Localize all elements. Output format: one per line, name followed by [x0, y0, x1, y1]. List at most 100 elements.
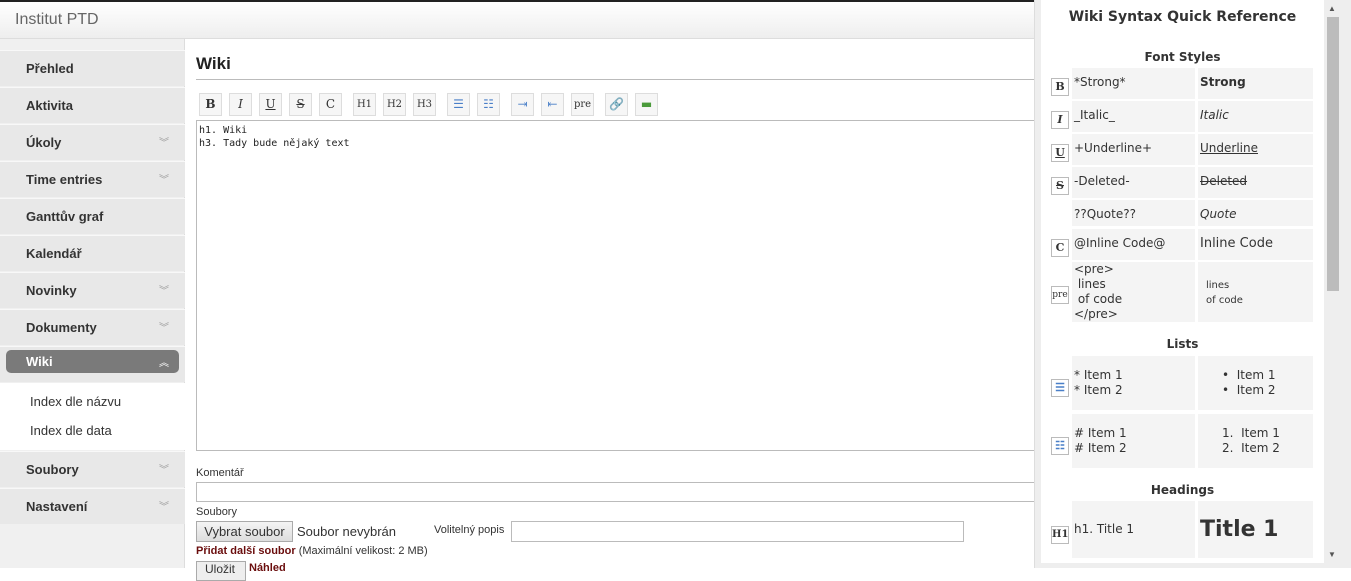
- subnav-index-by-date[interactable]: Index dle data: [30, 423, 112, 438]
- underline-icon[interactable]: U: [259, 93, 282, 116]
- app-title[interactable]: Institut PTD: [15, 11, 99, 29]
- sidebar-item-nastavení[interactable]: Nastavení ︾: [0, 488, 185, 524]
- syntax-source: <pre> lines of code </pre>: [1072, 262, 1195, 322]
- ol-icon[interactable]: ☷: [477, 93, 500, 116]
- chevron-down-icon[interactable]: ︾: [159, 461, 169, 476]
- sidebar-item-dokumenty[interactable]: Dokumenty ︾: [0, 309, 185, 345]
- syntax-output: Title 1: [1198, 501, 1313, 558]
- syntax-source: @Inline Code@: [1072, 229, 1195, 260]
- bullet-list-icon: ☰: [1051, 379, 1069, 397]
- syntax-output: Italic: [1198, 101, 1313, 132]
- comment-input[interactable]: [196, 482, 1046, 502]
- image-icon[interactable]: ▬: [635, 93, 658, 116]
- add-file-link[interactable]: Přidat další soubor: [196, 545, 296, 557]
- list-syntax-row: ☰ * Item 1 * Item 2 • Item 1 • Item 2: [1041, 356, 1324, 410]
- sidebar-item-label: Kalendář: [26, 246, 82, 261]
- chevron-down-icon[interactable]: ︾: [159, 134, 169, 149]
- ul-icon[interactable]: ☰: [447, 93, 470, 116]
- italic-icon[interactable]: I: [229, 93, 252, 116]
- syntax-source: * Item 1 * Item 2: [1072, 356, 1195, 410]
- syntax-output: Inline Code: [1198, 229, 1313, 260]
- divider: [196, 79, 1036, 80]
- sidebar-item-label: Nastavení: [26, 499, 88, 514]
- max-size-text: (Maximální velikost: 2 MB): [298, 545, 428, 557]
- chevron-down-icon[interactable]: ︾: [159, 498, 169, 513]
- syntax-row: pre <pre> lines of code </pre> lines of co…: [1041, 262, 1324, 322]
- chevron-down-icon[interactable]: ︾: [159, 282, 169, 297]
- code-icon[interactable]: C: [319, 93, 342, 116]
- sidebar-item-label: Aktivita: [26, 98, 73, 113]
- section-headings: Headings: [1150, 483, 1215, 497]
- sidebar-item-label: Úkoly: [26, 135, 62, 150]
- h2-icon[interactable]: H2: [383, 93, 406, 116]
- chevron-down-icon[interactable]: ︾: [159, 319, 169, 334]
- sidebar-item-novinky[interactable]: Novinky ︾: [0, 272, 185, 308]
- link-icon[interactable]: 🔗: [605, 93, 628, 116]
- files-label: Soubory: [196, 506, 237, 518]
- description-label: Volitelný popis: [434, 524, 505, 536]
- sidebar-item-label: Soubory: [26, 462, 79, 477]
- syntax-source: -Deleted-: [1072, 167, 1195, 198]
- ordered-list-icon: ☷: [1051, 437, 1069, 455]
- syntax-source: h1. Title 1: [1072, 501, 1195, 558]
- h1-icon[interactable]: H1: [353, 93, 376, 116]
- syntax-output: lines of code: [1198, 262, 1313, 322]
- outdent-icon[interactable]: ⇤: [541, 93, 564, 116]
- strike-icon[interactable]: S: [289, 93, 312, 116]
- h3-icon[interactable]: H3: [413, 93, 436, 116]
- syntax-row: C @Inline Code@ Inline Code: [1041, 229, 1324, 260]
- sidebar-item-soubory[interactable]: Soubory ︾: [0, 451, 185, 487]
- u-style-icon: U: [1051, 143, 1069, 162]
- subnav-index-by-title[interactable]: Index dle názvu: [30, 394, 121, 409]
- syntax-source: _Italic_: [1072, 101, 1195, 132]
- s-style-icon: S: [1051, 176, 1069, 195]
- sidebar-item-label: Ganttův graf: [26, 209, 104, 224]
- syntax-output: 1. Item 1 2. Item 2: [1198, 414, 1313, 468]
- syntax-row: U +Underline+ Underline: [1041, 134, 1324, 165]
- panel-title: Wiki Syntax Quick Reference: [1068, 9, 1297, 25]
- sidebar-item-přehled[interactable]: Přehled: [0, 50, 185, 86]
- sidebar-item-label: Novinky: [26, 283, 77, 298]
- panel-scrollbar[interactable]: ▲ ▼: [1325, 0, 1341, 563]
- sidebar-item-label: Wiki: [26, 354, 53, 369]
- syntax-source: # Item 1 # Item 2: [1072, 414, 1195, 468]
- syntax-row: S -Deleted- Deleted: [1041, 167, 1324, 198]
- syntax-source: +Underline+: [1072, 134, 1195, 165]
- syntax-output: Underline: [1198, 134, 1313, 165]
- chevron-down-icon[interactable]: ︾: [159, 171, 169, 186]
- syntax-row: B *Strong* Strong: [1041, 68, 1324, 99]
- chevron-up-icon[interactable]: ︽: [159, 354, 169, 369]
- sidebar-item-label: Přehled: [26, 61, 74, 76]
- indent-icon[interactable]: ⇥: [511, 93, 534, 116]
- active-pill[interactable]: Wiki ︽: [6, 350, 179, 373]
- preview-link[interactable]: Náhled: [249, 562, 286, 574]
- heading-syntax-row: H1 h1. Title 1 Title 1: [1041, 501, 1324, 558]
- section-lists: Lists: [1166, 337, 1199, 351]
- syntax-row: I _Italic_ Italic: [1041, 101, 1324, 132]
- pre-icon: pre: [1051, 286, 1069, 304]
- sidebar-item-kalendář[interactable]: Kalendář: [0, 235, 185, 271]
- syntax-output: • Item 1 • Item 2: [1198, 356, 1313, 410]
- sidebar-item-time-entries[interactable]: Time entries ︾: [0, 161, 185, 197]
- list-syntax-row: ☷ # Item 1 # Item 2 1. Item 1 2. Item 2: [1041, 414, 1324, 468]
- c-style-icon: C: [1051, 238, 1069, 257]
- b-style-icon: B: [1051, 77, 1069, 96]
- description-input[interactable]: [511, 521, 964, 542]
- choose-file-button[interactable]: Vybrat soubor: [196, 521, 293, 542]
- wiki-editor-textarea[interactable]: h1. Wiki h3. Tady bude nějaký text: [196, 120, 1046, 451]
- sidebar-item-label: Time entries: [26, 172, 103, 187]
- sidebar-item-wiki[interactable]: Wiki ︽: [0, 346, 185, 382]
- sidebar-item-label: Dokumenty: [26, 320, 97, 335]
- syntax-source: *Strong*: [1072, 68, 1195, 99]
- no-file-text: Soubor nevybrán: [297, 524, 397, 539]
- save-button[interactable]: Uložit: [196, 561, 246, 581]
- sidebar-item-aktivita[interactable]: Aktivita: [0, 87, 185, 123]
- sidebar-item-ganttův-graf[interactable]: Ganttův graf: [0, 198, 185, 234]
- bold-icon[interactable]: B: [199, 93, 222, 116]
- sidebar-item-úkoly[interactable]: Úkoly ︾: [0, 124, 185, 160]
- syntax-output: Quote: [1198, 200, 1313, 226]
- scrollbar-thumb[interactable]: [1327, 17, 1339, 291]
- syntax-source: ??Quote??: [1072, 200, 1195, 226]
- pre-icon[interactable]: pre: [571, 93, 594, 116]
- syntax-row: ??Quote?? Quote: [1041, 200, 1324, 226]
